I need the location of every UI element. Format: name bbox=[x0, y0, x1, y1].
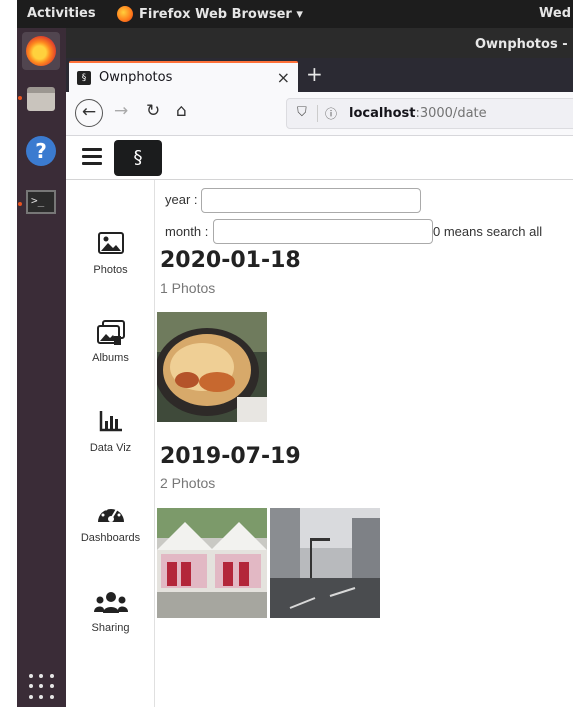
year-input[interactable] bbox=[201, 188, 421, 213]
photo-thumbnail[interactable] bbox=[157, 312, 267, 422]
sidebar-item-label: Albums bbox=[92, 352, 129, 364]
main-content: year : month : 0 means search all 2020-0… bbox=[155, 180, 573, 707]
activities-button[interactable]: Activities bbox=[27, 6, 96, 21]
url-path: :3000/date bbox=[415, 106, 487, 121]
sidebar-item-dashboards[interactable]: Dashboards bbox=[66, 500, 155, 544]
app-toolbar: § bbox=[66, 136, 573, 180]
window-title: Ownphotos - bbox=[475, 37, 568, 52]
sidebar-item-sharing[interactable]: Sharing bbox=[66, 590, 155, 634]
shield-icon[interactable]: ⛉ bbox=[297, 105, 307, 120]
sidebar-item-data-viz[interactable]: Data Viz bbox=[66, 410, 155, 454]
favicon: § bbox=[77, 71, 91, 85]
forward-button[interactable]: → bbox=[114, 101, 128, 121]
home-button[interactable]: ⌂ bbox=[176, 101, 187, 121]
system-top-bar: Activities Firefox Web Browser ▾ Wed bbox=[17, 0, 573, 28]
reload-button[interactable]: ↻ bbox=[146, 101, 160, 121]
sidebar-item-label: Sharing bbox=[91, 622, 130, 634]
navigation-bar: ← → ↻ ⌂ ⛉ ⓘ localhost:3000/date bbox=[66, 92, 573, 136]
photo-thumbnail[interactable] bbox=[270, 508, 380, 618]
clock[interactable]: Wed bbox=[539, 6, 571, 21]
close-tab-icon[interactable]: × bbox=[277, 68, 290, 87]
sidebar-item-albums[interactable]: Albums bbox=[66, 320, 155, 364]
back-button[interactable]: ← bbox=[75, 99, 103, 127]
app-menu[interactable]: Firefox Web Browser ▾ bbox=[117, 6, 303, 22]
photo-count: 2 Photos bbox=[160, 475, 216, 491]
sidebar: Photos Albums Data Viz Dashboards Sharin… bbox=[66, 180, 155, 707]
sidebar-item-label: Data Viz bbox=[89, 442, 132, 454]
albums-icon bbox=[66, 320, 155, 346]
new-tab-button[interactable]: + bbox=[306, 62, 323, 86]
year-filter: year : bbox=[165, 188, 421, 213]
dock-files[interactable] bbox=[22, 80, 60, 118]
photo-thumbnail[interactable] bbox=[157, 508, 267, 618]
window-title-bar: Ownphotos - bbox=[66, 28, 573, 58]
dock-firefox[interactable] bbox=[22, 32, 60, 70]
firefox-icon bbox=[26, 36, 56, 66]
month-input[interactable] bbox=[213, 219, 433, 244]
month-filter: month : bbox=[165, 219, 433, 244]
month-label: month : bbox=[165, 224, 209, 239]
dock: ? >_ bbox=[17, 28, 66, 707]
help-icon: ? bbox=[26, 136, 56, 166]
tab-ownphotos[interactable]: § Ownphotos × bbox=[69, 61, 298, 92]
tab-title: Ownphotos bbox=[99, 70, 173, 85]
site-info-icon[interactable]: ⓘ bbox=[325, 105, 337, 122]
sidebar-item-photos[interactable]: Photos bbox=[66, 232, 155, 276]
dashboard-icon bbox=[66, 500, 155, 526]
dock-help[interactable]: ? bbox=[22, 132, 60, 170]
photo-count: 1 Photos bbox=[160, 280, 216, 296]
menu-icon[interactable] bbox=[82, 148, 102, 165]
users-icon bbox=[66, 590, 155, 616]
show-applications-icon[interactable] bbox=[29, 674, 55, 700]
sidebar-item-label: Photos bbox=[93, 264, 128, 276]
year-label: year : bbox=[165, 192, 198, 207]
date-heading: 2019-07-19 bbox=[160, 444, 301, 469]
date-heading: 2020-01-18 bbox=[160, 248, 301, 273]
dock-terminal[interactable]: >_ bbox=[22, 183, 60, 221]
sidebar-item-label: Dashboards bbox=[80, 532, 141, 544]
filter-hint: 0 means search all bbox=[433, 224, 543, 239]
files-icon bbox=[27, 87, 55, 111]
bar-chart-icon bbox=[66, 410, 155, 436]
ownphotos-logo[interactable]: § bbox=[114, 140, 162, 176]
url-host: localhost bbox=[349, 106, 416, 121]
app-menu-label: Firefox Web Browser ▾ bbox=[139, 6, 303, 22]
firefox-icon bbox=[117, 6, 133, 22]
divider bbox=[317, 105, 318, 122]
terminal-icon: >_ bbox=[26, 190, 56, 214]
tab-bar: § Ownphotos × + bbox=[66, 58, 573, 92]
url-bar[interactable]: ⛉ ⓘ localhost:3000/date bbox=[286, 98, 573, 129]
image-icon bbox=[66, 232, 155, 258]
url-text: localhost:3000/date bbox=[349, 106, 487, 121]
